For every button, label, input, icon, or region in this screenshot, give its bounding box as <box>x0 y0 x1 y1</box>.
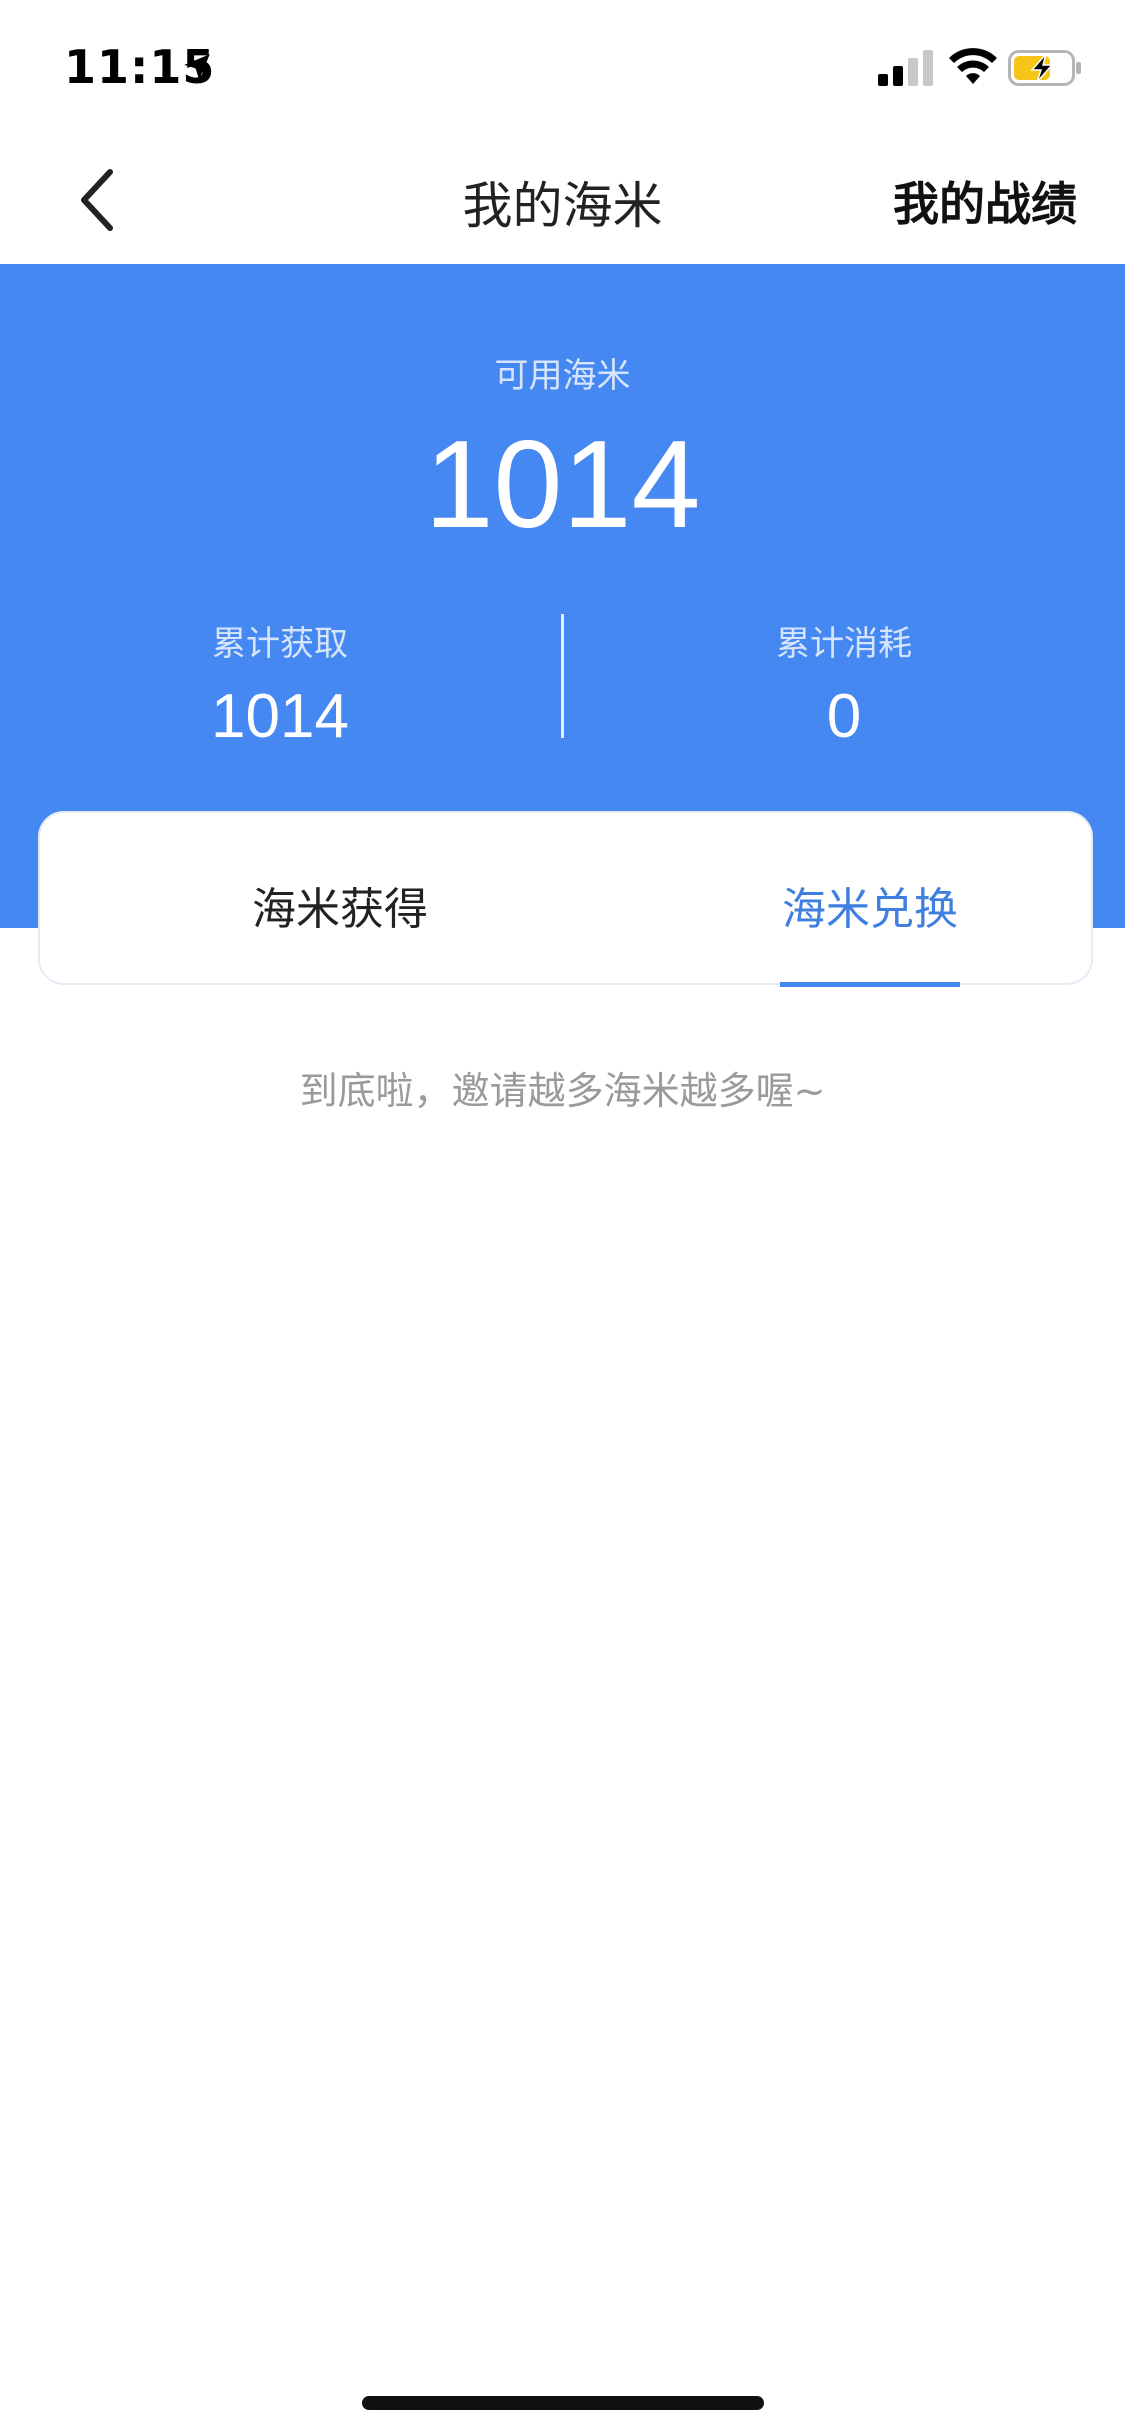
earned-stat: 累计获取 1014 <box>70 616 490 752</box>
earned-label: 累计获取 <box>212 624 348 664</box>
tab-exchange-label: 海米兑换 <box>782 884 958 935</box>
location-arrow-icon <box>184 54 210 80</box>
signal-icon <box>878 50 933 86</box>
tab-earn-label: 海米获得 <box>252 884 428 935</box>
earned-value: 1014 <box>211 682 349 751</box>
available-value: 1014 <box>424 416 701 554</box>
wifi-icon <box>949 48 997 84</box>
tab-exchange[interactable]: 海米兑换 <box>720 813 1020 987</box>
tabs-card: 海米获得 海米兑换 <box>38 811 1093 987</box>
active-tab-indicator <box>780 982 960 987</box>
spent-stat: 累计消耗 0 <box>634 616 1054 752</box>
available-label: 可用海米 <box>494 356 631 396</box>
status-bar: 11:15 <box>0 0 1125 132</box>
spent-label: 累计消耗 <box>776 624 912 664</box>
home-indicator[interactable] <box>362 2396 764 2410</box>
tab-earn[interactable]: 海米获得 <box>190 813 490 985</box>
end-of-list-message: 到底啦，邀请越多海米越多喔~ <box>299 1069 826 1113</box>
stat-divider <box>561 614 564 738</box>
spent-value: 0 <box>826 682 862 751</box>
battery-charging-icon <box>1008 50 1081 86</box>
my-record-link[interactable]: 我的战绩 <box>893 168 1077 234</box>
nav-bar: 我的海米 我的战绩 <box>0 132 1125 264</box>
